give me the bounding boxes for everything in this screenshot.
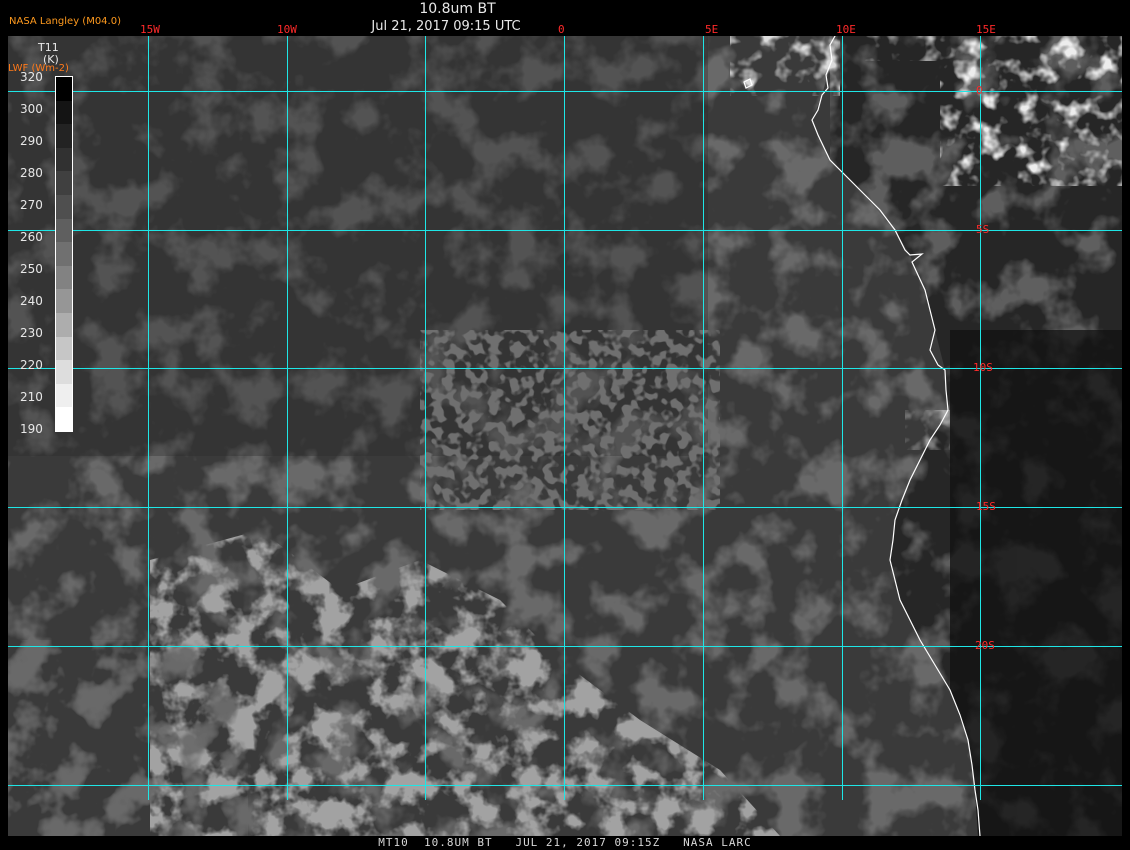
color-bar-tick-label: 210 [20, 390, 43, 404]
color-bar-band [56, 218, 72, 243]
color-bar-tick-label: 220 [20, 358, 43, 372]
color-bar-tick-label: 280 [20, 166, 43, 180]
lat-label-20s: 20S [975, 639, 995, 652]
color-bar-band [56, 312, 72, 337]
satellite-image-viewer: 15W 10W 0 5E 10E 15E 0 5S 10S 15S 20S 10… [0, 0, 1130, 850]
color-bar-band [56, 100, 72, 125]
lon-label-15e: 15E [976, 23, 996, 36]
product-title: 10.8um BT [419, 1, 496, 17]
satellite-imagery [8, 36, 1122, 836]
satellite-map: 15W 10W 0 5E 10E 15E 0 5S 10S 15S 20S [8, 23, 1122, 836]
color-bar-band [56, 360, 72, 384]
color-bar-tick-label: 300 [20, 102, 43, 116]
lat-label-5s: 5S [976, 223, 989, 236]
credit-label: NASA Langley (M04.0) [9, 16, 121, 27]
color-bar-band [56, 336, 72, 361]
color-bar-tick-label: 320 [20, 70, 43, 84]
footer-caption: MT10 10.8UM BT JUL 21, 2017 09:15Z NASA … [378, 836, 752, 849]
color-bar-tick-label: 190 [20, 422, 43, 436]
lat-label-10s: 10S [973, 361, 993, 374]
color-bar-tick-label: 240 [20, 294, 43, 308]
color-bar-band [56, 242, 72, 266]
color-bar-legend: T11 (K) LWF (Wm-2) 320 300 290 280 270 260 250… [8, 40, 78, 440]
color-bar-band [56, 265, 72, 290]
color-bar-band [56, 124, 72, 148]
color-bar-tick-label: 250 [20, 262, 43, 276]
color-bar-band [56, 407, 72, 431]
color-bar-tick-label: 270 [20, 198, 43, 212]
color-bar-tick-label: 260 [20, 230, 43, 244]
color-bar-band [56, 171, 72, 195]
color-bar-band [56, 194, 72, 219]
lat-label-0: 0 [976, 84, 983, 97]
lat-label-15s: 15S [976, 500, 996, 513]
color-bar-band [56, 77, 72, 101]
color-bar [55, 76, 73, 432]
color-bar-tick-label: 230 [20, 326, 43, 340]
observation-datetime: Jul 21, 2017 09:15 UTC [371, 19, 521, 34]
color-bar-band [56, 147, 72, 172]
color-bar-tick-label: 290 [20, 134, 43, 148]
color-bar-band [56, 383, 72, 408]
color-bar-band [56, 289, 72, 313]
